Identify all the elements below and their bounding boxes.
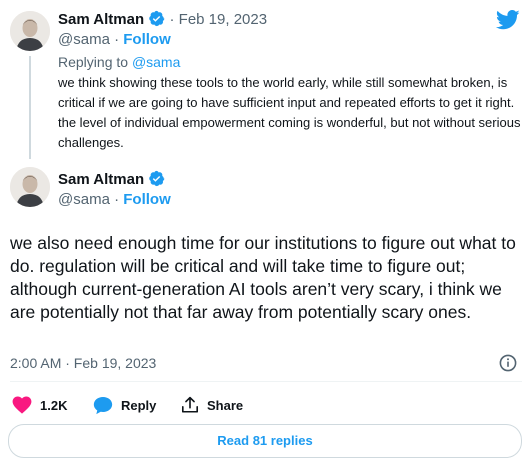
avatar[interactable]: [10, 11, 50, 51]
divider: [10, 381, 522, 382]
share-upload-icon: [181, 396, 199, 414]
follow-button[interactable]: Follow: [123, 191, 171, 208]
author-handle[interactable]: @sama: [58, 191, 110, 208]
avatar[interactable]: [10, 167, 50, 207]
replying-to: Replying to @sama: [58, 53, 180, 71]
speech-bubble-icon: [93, 396, 113, 415]
info-icon[interactable]: [499, 354, 517, 377]
dot-separator: ·: [114, 191, 120, 208]
verified-badge-icon: [148, 10, 165, 27]
verified-badge-icon: [148, 170, 165, 187]
heart-icon: [12, 396, 32, 414]
read-replies-button[interactable]: Read 81 replies: [8, 424, 522, 458]
share-label: Share: [207, 397, 244, 413]
author-name[interactable]: Sam Altman: [58, 11, 144, 28]
like-button[interactable]: 1.2K: [12, 395, 67, 415]
tweet-text: we also need enough time for our institu…: [10, 233, 516, 322]
twitter-bird-icon[interactable]: [495, 10, 520, 35]
like-count: 1.2K: [40, 397, 68, 413]
share-button[interactable]: Share: [181, 395, 243, 415]
thread-line: [29, 56, 31, 159]
dot-separator: ·: [169, 11, 175, 28]
quoted-tweet-text: we think showing these tools to the worl…: [58, 75, 521, 150]
author-handle[interactable]: @sama: [58, 31, 110, 48]
replying-handle-link[interactable]: @sama: [132, 54, 180, 70]
dot-separator: ·: [114, 31, 120, 48]
reply-button[interactable]: Reply: [93, 395, 156, 415]
tweet-timestamp[interactable]: 2:00 AM · Feb 19, 2023: [10, 354, 156, 372]
tweet-date[interactable]: Feb 19, 2023: [179, 11, 267, 28]
reply-label: Reply: [121, 397, 157, 413]
author-name[interactable]: Sam Altman: [58, 171, 144, 188]
follow-button[interactable]: Follow: [123, 31, 171, 48]
replying-prefix: Replying to: [58, 54, 129, 70]
